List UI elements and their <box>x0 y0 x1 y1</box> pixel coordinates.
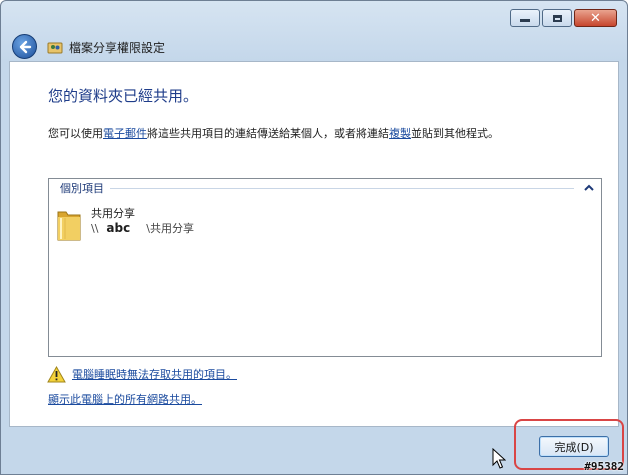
navigation-bar: 檔案分享權限設定 <box>1 31 627 61</box>
page-heading: 您的資料夾已經共用。 <box>48 87 199 105</box>
minimize-icon <box>520 19 530 22</box>
share-users-icon <box>47 42 63 54</box>
list-item[interactable]: 共用分享 \\ abc \共用分享 <box>55 207 315 249</box>
close-icon: ✕ <box>590 10 601 26</box>
watermark: #95382 <box>584 460 624 473</box>
desc-text-1: 您可以使用 <box>48 127 103 140</box>
email-link[interactable]: 電子郵件 <box>103 127 147 140</box>
item-name: 共用分享 <box>91 207 135 220</box>
path-host: abc <box>106 221 131 235</box>
folder-icon <box>57 211 81 241</box>
sleep-warning: 電腦睡眠時無法存取共用的項目。 <box>47 364 237 384</box>
dialog-window: ✕ 檔案分享權限設定 您的資料夾已經共用。 您可以使用電子郵件將這些共用項目的連… <box>0 0 628 475</box>
minimize-button[interactable] <box>510 9 540 27</box>
mouse-cursor-icon <box>492 448 506 469</box>
desc-text-2: 將這些共用項目的連結傳送給某個人，或者將連結 <box>147 127 389 140</box>
close-button[interactable]: ✕ <box>574 9 617 27</box>
group-header[interactable]: 個別項目 <box>60 181 601 195</box>
item-path: \\ abc \共用分享 <box>91 220 194 236</box>
window-title: 檔案分享權限設定 <box>69 41 166 55</box>
shared-items-list[interactable]: 個別項目 共用分享 \\ abc \共用分享 <box>48 178 602 357</box>
path-share: \共用分享 <box>146 222 194 235</box>
warning-icon <box>47 365 66 382</box>
desc-text-3: 並貼到其他程式。 <box>411 127 499 140</box>
dialog-content: 您的資料夾已經共用。 您可以使用電子郵件將這些共用項目的連結傳送給某個人，或者將… <box>9 61 619 427</box>
show-all-shares-link[interactable]: 顯示此電腦上的所有網路共用。 <box>48 391 202 407</box>
copy-link[interactable]: 複製 <box>389 127 411 140</box>
caption-buttons: ✕ <box>510 9 617 27</box>
back-button[interactable] <box>12 34 37 59</box>
group-label: 個別項目 <box>60 182 104 195</box>
path-prefix: \\ <box>91 222 99 235</box>
chevron-up-icon[interactable] <box>582 181 596 195</box>
group-divider <box>110 187 574 189</box>
maximize-icon <box>552 14 562 22</box>
maximize-button[interactable] <box>542 9 572 27</box>
share-description: 您可以使用電子郵件將這些共用項目的連結傳送給某個人，或者將連結複製並貼到其他程式… <box>48 125 499 141</box>
back-arrow-icon <box>19 40 31 53</box>
sleep-warning-link[interactable]: 電腦睡眠時無法存取共用的項目。 <box>72 366 237 382</box>
